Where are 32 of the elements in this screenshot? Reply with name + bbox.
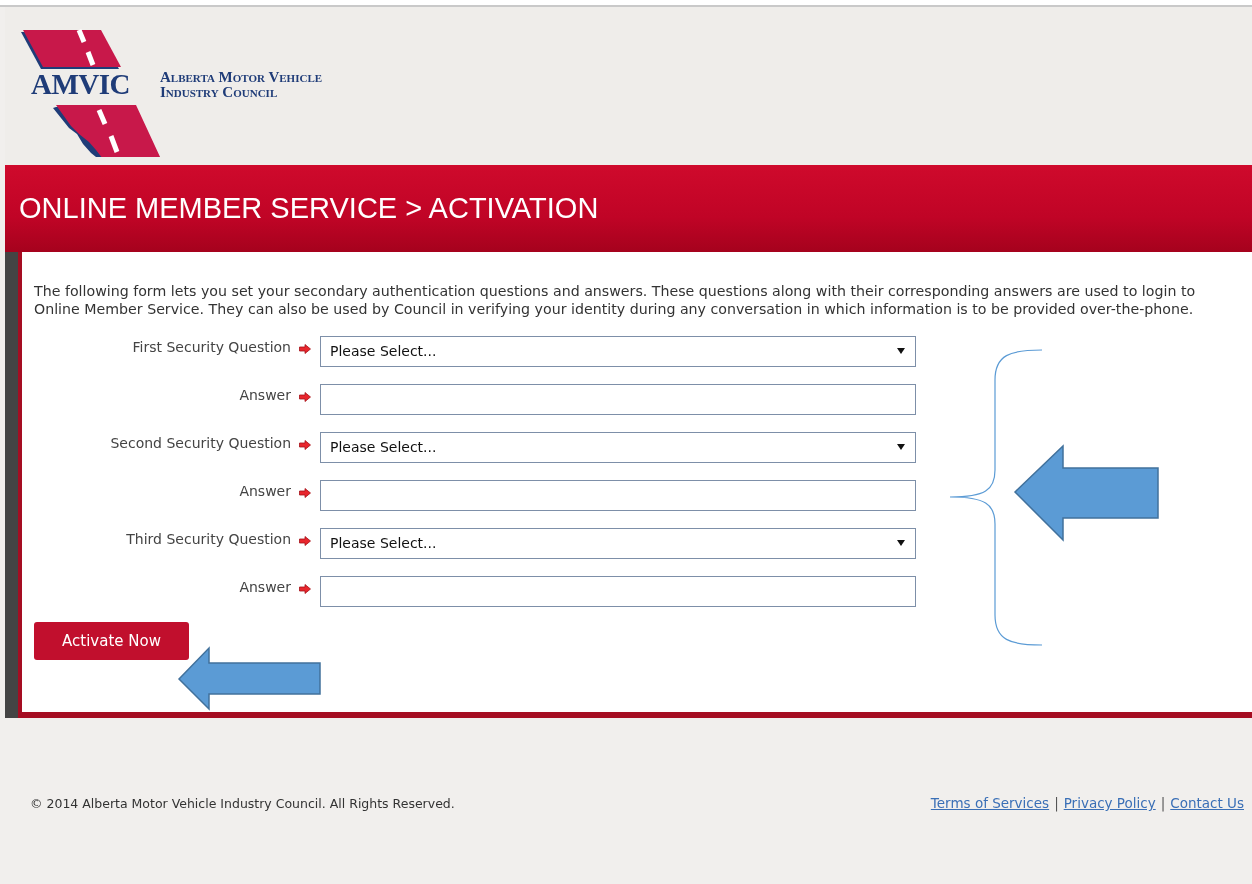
input-field[interactable] <box>320 575 916 607</box>
intro-text: The following form lets you set your secondary authentication questions and answers. These questions along with their corresponding answers are used to login to Online Member Service. They can also be used by Council in verifying your identity during any conversation in which information is to be provided over-the-phone. <box>34 282 1197 318</box>
separator: | <box>1160 795 1166 811</box>
activate-button[interactable]: Activate Now <box>34 622 189 660</box>
field-label: First Security Question <box>131 339 291 355</box>
select-field[interactable]: Please Select... <box>320 431 916 463</box>
copyright-text: © 2014 Alberta Motor Vehicle Industry Council. All Rights Reserved. <box>30 795 455 811</box>
organization-name: Alberta Motor Vehicle Industry Council <box>160 70 323 100</box>
caret-icon <box>897 540 905 546</box>
separator: | <box>1054 795 1059 811</box>
field-label: Third Security Question <box>125 531 291 547</box>
caret-icon <box>897 348 905 354</box>
arrow-icon <box>299 440 311 450</box>
select-field[interactable]: Please Select... <box>320 527 916 559</box>
field-label: Second Security Question <box>109 435 291 451</box>
logo-acronym: AMVIC <box>31 68 130 101</box>
input-field[interactable] <box>320 479 916 511</box>
field-label: Answer <box>238 387 291 403</box>
select-field[interactable]: Please Select... <box>320 335 916 367</box>
page-title: ONLINE MEMBER SERVICE > ACTIVATION <box>19 192 599 225</box>
arrow-icon <box>299 344 311 354</box>
arrow-icon <box>299 584 311 594</box>
caret-icon <box>897 444 905 450</box>
footer-link[interactable]: Privacy Policy <box>1063 795 1156 811</box>
arrow-icon <box>299 536 311 546</box>
field-label: Answer <box>238 483 291 499</box>
footer-link[interactable]: Contact Us <box>1170 795 1244 811</box>
arrow-icon <box>299 488 311 498</box>
arrow-icon <box>299 392 311 402</box>
input-field[interactable] <box>320 383 916 415</box>
field-label: Answer <box>238 579 291 595</box>
footer-link[interactable]: Terms of Services <box>930 795 1050 811</box>
